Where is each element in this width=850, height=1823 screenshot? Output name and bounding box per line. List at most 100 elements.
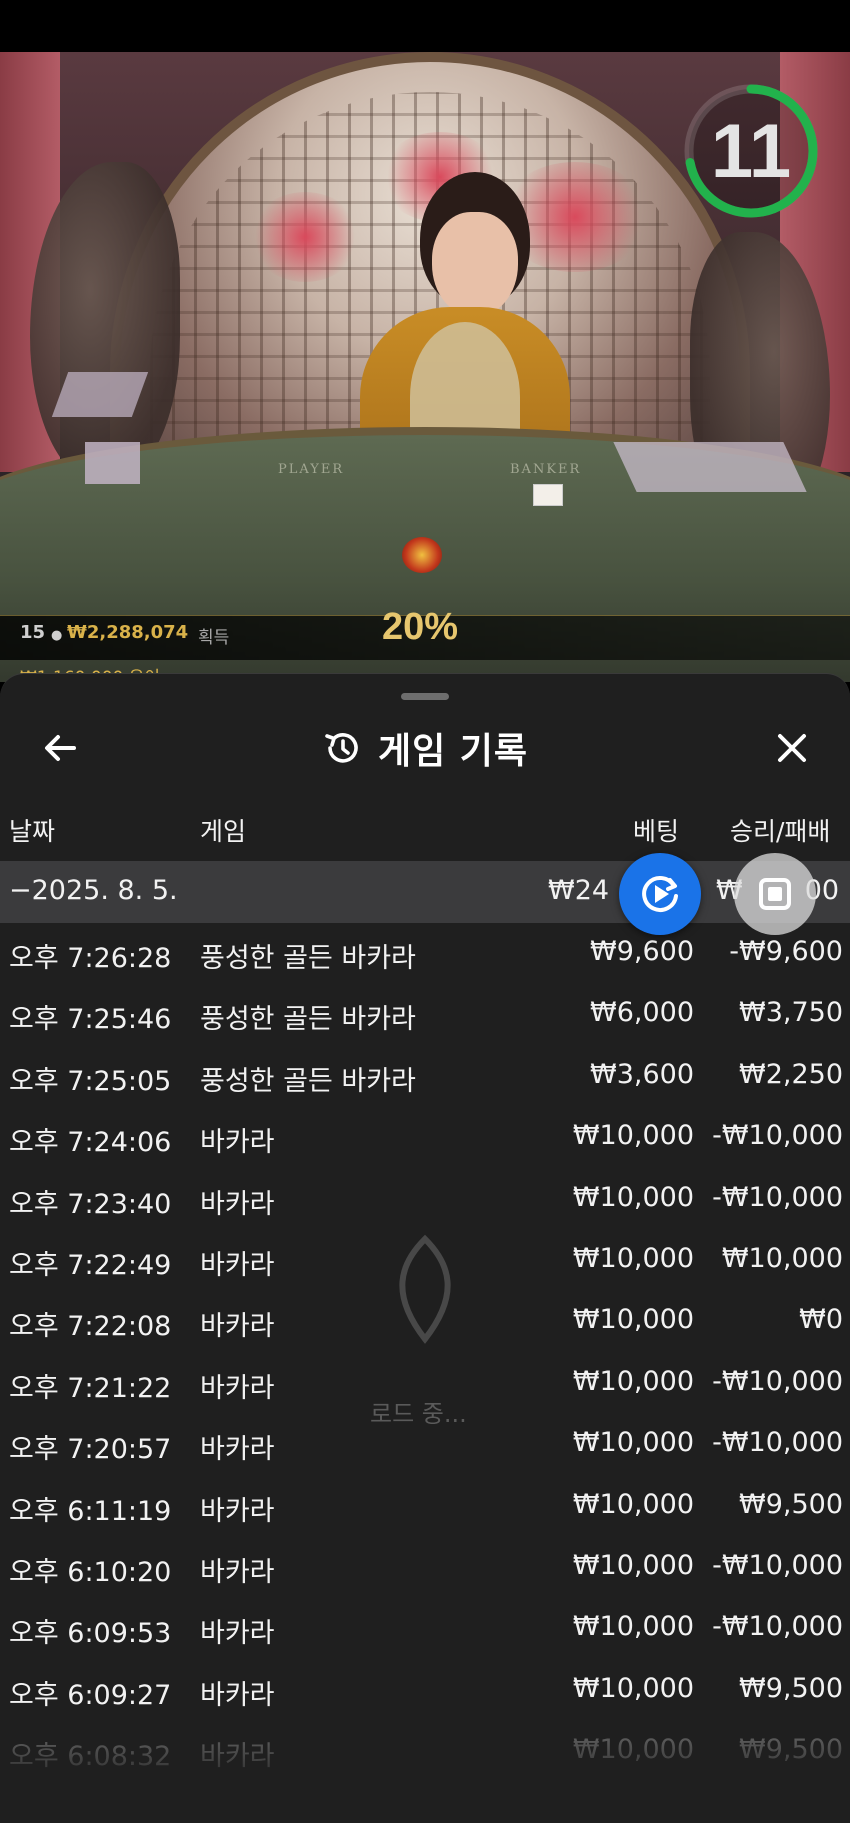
row-win-loss: ₩3,750 — [739, 997, 843, 1029]
table-row[interactable]: 오후 6:09:27 바카라 ₩10,000 ₩9,500 — [0, 1661, 850, 1722]
history-clock-icon — [325, 733, 358, 763]
row-win-loss: ₩2,250 — [739, 1058, 843, 1090]
table-row[interactable]: 오후 7:23:40 바카라 ₩10,000 -₩10,000 — [0, 1170, 850, 1231]
row-bet: ₩10,000 — [572, 1549, 694, 1581]
row-bet: ₩10,000 — [572, 1672, 694, 1704]
screen-record-icon — [642, 875, 678, 912]
row-time: 오후 7:22:08 — [9, 1311, 172, 1343]
row-time: 오후 6:10:20 — [9, 1556, 172, 1588]
row-bet: ₩10,000 — [572, 1120, 694, 1152]
row-win-loss: -₩10,000 — [712, 1181, 843, 1213]
row-game: 바카라 — [200, 1679, 275, 1711]
decor-blossom — [250, 192, 360, 282]
row-win-loss: ₩9,500 — [739, 1488, 843, 1520]
status-bar — [0, 0, 850, 52]
day-group-bet-total: ₩24 — [548, 875, 610, 906]
dealer-face — [432, 212, 518, 317]
row-game: 바카라 — [200, 1618, 275, 1650]
row-bet: ₩3,600 — [590, 1058, 694, 1090]
row-game: 바카라 — [200, 1372, 275, 1404]
list-bottom-fade — [0, 1720, 850, 1823]
felt-label-banker: BANKER — [510, 462, 582, 477]
row-time: 오후 7:20:57 — [9, 1434, 172, 1466]
row-time: 오후 7:25:05 — [9, 1065, 172, 1097]
row-game: 풍성한 골든 바카라 — [200, 1065, 416, 1097]
row-time: 오후 7:23:40 — [9, 1188, 172, 1220]
row-bet: ₩10,000 — [572, 1611, 694, 1643]
table-row[interactable]: 오후 7:24:06 바카라 ₩10,000 -₩10,000 — [0, 1108, 850, 1169]
row-game: 풍성한 골든 바카라 — [200, 1004, 416, 1036]
table-row[interactable]: 오후 7:26:28 풍성한 골든 바카라 ₩9,600 -₩9,600 — [0, 924, 850, 985]
table-row[interactable]: 오후 7:22:08 바카라 ₩10,000 ₩0 — [0, 1292, 850, 1353]
history-table: 오후 7:26:28 풍성한 골든 바카라 ₩9,600 -₩9,600 오후 7:25… — [0, 924, 850, 1783]
percent-badge: 20% — [382, 606, 459, 648]
table-row[interactable]: 오후 6:10:20 바카라 ₩10,000 -₩10,000 — [0, 1538, 850, 1599]
row-game: 바카라 — [200, 1127, 275, 1159]
bet-chip-icon — [402, 537, 442, 573]
row-win-loss: -₩10,000 — [712, 1120, 843, 1152]
table-row[interactable]: 오후 6:11:19 바카라 ₩10,000 ₩9,500 — [0, 1477, 850, 1538]
table-row[interactable]: 오후 6:09:53 바카라 ₩10,000 -₩10,000 — [0, 1599, 850, 1660]
row-bet: ₩10,000 — [572, 1427, 694, 1459]
row-game: 바카라 — [200, 1188, 275, 1220]
card-box — [85, 442, 140, 484]
table-row[interactable]: 오후 7:22:49 바카라 ₩10,000 ₩10,000 — [0, 1231, 850, 1292]
row-bet: ₩10,000 — [572, 1488, 694, 1520]
win-amount: ₩2,288,074 — [67, 622, 189, 643]
stop-button[interactable] — [734, 853, 816, 935]
win-label: 획득 — [198, 628, 230, 648]
row-win-loss: ₩0 — [799, 1304, 843, 1336]
column-header-bet[interactable]: 베팅 — [633, 812, 679, 848]
row-win-loss: -₩9,600 — [729, 936, 843, 967]
row-time: 오후 7:24:06 — [9, 1127, 172, 1159]
row-game: 풍성한 골든 바카라 — [200, 943, 416, 974]
row-win-loss: -₩10,000 — [712, 1549, 843, 1581]
row-time: 오후 6:09:53 — [9, 1618, 172, 1650]
row-win-loss: ₩10,000 — [721, 1242, 843, 1274]
person-icon: ● — [51, 628, 63, 643]
sheet-drag-handle[interactable] — [401, 693, 449, 700]
column-header-win-loss[interactable]: 승리/패배 — [730, 812, 830, 848]
row-bet: ₩10,000 — [572, 1365, 694, 1397]
row-game: 바카라 — [200, 1249, 275, 1281]
sheet-header: 게임 기록 — [0, 718, 850, 778]
row-win-loss: -₩10,000 — [712, 1365, 843, 1397]
row-game: 바카라 — [200, 1311, 275, 1343]
row-time: 오후 7:22:49 — [9, 1249, 172, 1281]
page-title: 게임 기록 — [377, 731, 528, 772]
row-game: 바카라 — [200, 1556, 275, 1588]
row-time: 오후 7:26:28 — [9, 943, 172, 974]
screen-record-button[interactable] — [619, 853, 701, 935]
column-header-date[interactable]: 날짜 — [9, 812, 55, 848]
day-group-date: −2025. 8. 5. — [9, 875, 178, 906]
row-bet: ₩10,000 — [572, 1242, 694, 1274]
row-win-loss: -₩10,000 — [712, 1611, 843, 1643]
row-bet: ₩6,000 — [590, 997, 694, 1029]
row-time: 오후 7:21:22 — [9, 1372, 172, 1404]
row-bet: ₩10,000 — [572, 1304, 694, 1336]
close-button[interactable] — [766, 722, 818, 774]
row-time: 오후 7:25:46 — [9, 1004, 172, 1036]
card-shoe-right — [613, 442, 807, 492]
row-win-loss: ₩9,500 — [739, 1672, 843, 1704]
close-x-icon — [778, 734, 806, 762]
countdown-number: 11 — [710, 108, 792, 194]
row-game: 바카라 — [200, 1495, 275, 1527]
row-bet: ₩9,600 — [590, 936, 694, 967]
player-count: 15 — [20, 622, 46, 643]
card-shoe-left — [51, 372, 149, 417]
table-row[interactable]: 오후 7:21:22 바카라 ₩10,000 -₩10,000 — [0, 1354, 850, 1415]
row-time: 오후 6:11:19 — [9, 1495, 172, 1527]
table-row[interactable]: 오후 7:25:46 풍성한 골든 바카라 ₩6,000 ₩3,750 — [0, 985, 850, 1046]
table-row[interactable]: 오후 7:20:57 바카라 ₩10,000 -₩10,000 — [0, 1415, 850, 1476]
column-header-game[interactable]: 게임 — [200, 812, 246, 848]
row-time: 오후 6:09:27 — [9, 1679, 172, 1711]
game-history-sheet: 게임 기록 날짜 게임 베팅 승리/패배 −2025. 8. 5. ₩24 ₩0… — [0, 673, 850, 1823]
row-game: 바카라 — [200, 1434, 275, 1466]
felt-label-player: PLAYER — [278, 462, 345, 477]
table-row[interactable]: 오후 7:25:05 풍성한 골든 바카라 ₩3,600 ₩2,250 — [0, 1047, 850, 1108]
row-win-loss: -₩10,000 — [712, 1427, 843, 1459]
playing-card — [533, 484, 563, 506]
stop-square-icon — [759, 878, 791, 910]
row-bet: ₩10,000 — [572, 1181, 694, 1213]
